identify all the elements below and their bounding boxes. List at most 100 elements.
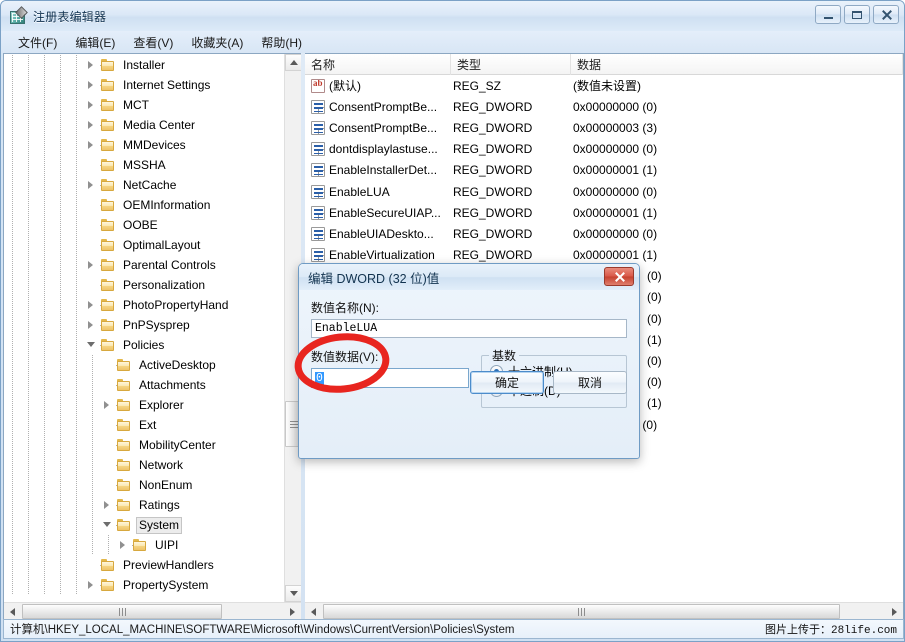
expand-arrow-icon[interactable] bbox=[84, 315, 100, 335]
expand-arrow-icon[interactable] bbox=[84, 255, 100, 275]
value-data-input[interactable]: 0 bbox=[311, 368, 469, 388]
registry-editor-icon bbox=[9, 8, 26, 25]
tree-hscroll-thumb[interactable] bbox=[22, 604, 222, 619]
tree-node-label: OOBE bbox=[120, 217, 161, 234]
tree-node-label: NonEnum bbox=[136, 477, 195, 494]
column-header-name[interactable]: 名称 bbox=[305, 54, 451, 75]
tree-node[interactable]: MobilityCenter bbox=[4, 435, 284, 455]
expand-arrow-icon[interactable] bbox=[84, 295, 100, 315]
tree-node[interactable]: Network bbox=[4, 455, 284, 475]
tree-indent-guides bbox=[4, 55, 84, 75]
scroll-up-icon[interactable] bbox=[285, 54, 301, 71]
expand-arrow-icon[interactable] bbox=[84, 55, 100, 75]
registry-value-row[interactable]: EnableUIADeskto...REG_DWORD0x00000000 (0… bbox=[305, 223, 903, 244]
menu-file[interactable]: 文件(F) bbox=[9, 32, 66, 53]
tree-node-label: PnPSysprep bbox=[120, 317, 193, 334]
scroll-right-icon[interactable] bbox=[886, 603, 903, 620]
tree-node[interactable]: ActiveDesktop bbox=[4, 355, 284, 375]
registry-value-row[interactable]: ConsentPromptBe...REG_DWORD0x00000000 (0… bbox=[305, 96, 903, 117]
tree-node[interactable]: Explorer bbox=[4, 395, 284, 415]
value-type: REG_DWORD bbox=[451, 100, 571, 114]
tree-horizontal-scrollbar[interactable] bbox=[4, 602, 301, 620]
collapse-arrow-icon[interactable] bbox=[100, 515, 116, 535]
tree-node[interactable]: NonEnum bbox=[4, 475, 284, 495]
value-name-input[interactable]: EnableLUA bbox=[311, 319, 627, 338]
close-icon[interactable] bbox=[873, 5, 899, 24]
column-header-type[interactable]: 类型 bbox=[451, 54, 571, 75]
ok-button[interactable]: 确定 bbox=[470, 371, 544, 394]
tree-node[interactable]: OOBE bbox=[4, 215, 284, 235]
folder-icon bbox=[100, 238, 116, 252]
tree-node[interactable]: System bbox=[4, 515, 284, 535]
registry-value-row[interactable]: dontdisplaylastuse...REG_DWORD0x00000000… bbox=[305, 139, 903, 160]
scroll-left-icon[interactable] bbox=[305, 603, 322, 620]
tree-node[interactable]: Media Center bbox=[4, 115, 284, 135]
collapse-arrow-icon[interactable] bbox=[84, 335, 100, 355]
expand-arrow-icon[interactable] bbox=[84, 135, 100, 155]
tree-node-label: Network bbox=[136, 457, 186, 474]
dword-value-icon bbox=[311, 227, 325, 241]
tree-node[interactable]: Installer bbox=[4, 55, 284, 75]
tree-node[interactable]: Ext bbox=[4, 415, 284, 435]
maximize-icon[interactable] bbox=[844, 5, 870, 24]
value-name: (默认) bbox=[329, 77, 361, 94]
expand-arrow-icon[interactable] bbox=[84, 175, 100, 195]
expand-arrow-icon[interactable] bbox=[116, 535, 132, 555]
menu-view[interactable]: 查看(V) bbox=[124, 32, 182, 53]
expand-arrow-icon[interactable] bbox=[84, 75, 100, 95]
registry-tree: InstallerInternet SettingsMCTMedia Cente… bbox=[4, 54, 284, 595]
menu-bar: 文件(F)编辑(E)查看(V)收藏夹(A)帮助(H) bbox=[1, 31, 904, 53]
minimize-icon[interactable] bbox=[815, 5, 841, 24]
tree-indent-guides bbox=[4, 235, 84, 255]
folder-icon bbox=[100, 98, 116, 112]
expand-arrow-icon[interactable] bbox=[84, 95, 100, 115]
tree-node[interactable]: Attachments bbox=[4, 375, 284, 395]
tree-node[interactable]: NetCache bbox=[4, 175, 284, 195]
tree-indent-guides bbox=[4, 175, 84, 195]
expand-arrow-icon[interactable] bbox=[100, 395, 116, 415]
folder-icon bbox=[100, 198, 116, 212]
expand-arrow-icon[interactable] bbox=[100, 495, 116, 515]
tree-node[interactable]: MMDevices bbox=[4, 135, 284, 155]
close-icon[interactable] bbox=[604, 267, 634, 286]
folder-icon bbox=[116, 438, 132, 452]
scroll-right-icon[interactable] bbox=[284, 603, 301, 620]
value-type: REG_SZ bbox=[451, 79, 571, 93]
tree-node[interactable]: OEMInformation bbox=[4, 195, 284, 215]
tree-leaf-spacer bbox=[100, 455, 116, 475]
tree-node[interactable]: MSSHA bbox=[4, 155, 284, 175]
tree-node[interactable]: PhotoPropertyHand bbox=[4, 295, 284, 315]
list-horizontal-scrollbar[interactable] bbox=[305, 602, 903, 620]
list-hscroll-thumb[interactable] bbox=[323, 604, 840, 619]
tree-node[interactable]: Personalization bbox=[4, 275, 284, 295]
tree-node[interactable]: Ratings bbox=[4, 495, 284, 515]
column-header-data[interactable]: 数据 bbox=[571, 54, 903, 75]
tree-node[interactable]: Policies bbox=[4, 335, 284, 355]
registry-value-row[interactable]: EnableSecureUIAP...REG_DWORD0x00000001 (… bbox=[305, 202, 903, 223]
tree-indent-guides bbox=[4, 495, 100, 515]
registry-value-row[interactable]: (默认)REG_SZ(数值未设置) bbox=[305, 75, 903, 96]
scroll-left-icon[interactable] bbox=[4, 603, 21, 620]
registry-value-row[interactable]: EnableLUAREG_DWORD0x00000000 (0) bbox=[305, 181, 903, 202]
tree-node[interactable]: Internet Settings bbox=[4, 75, 284, 95]
menu-help[interactable]: 帮助(H) bbox=[252, 32, 311, 53]
menu-edit[interactable]: 编辑(E) bbox=[66, 32, 124, 53]
tree-node-label: UIPI bbox=[152, 537, 181, 554]
tree-node[interactable]: Parental Controls bbox=[4, 255, 284, 275]
tree-node[interactable]: PropertySystem bbox=[4, 575, 284, 595]
tree-node[interactable]: PnPSysprep bbox=[4, 315, 284, 335]
expand-arrow-icon[interactable] bbox=[84, 575, 100, 595]
tree-node[interactable]: UIPI bbox=[4, 535, 284, 555]
tree-node[interactable]: OptimalLayout bbox=[4, 235, 284, 255]
scroll-down-icon[interactable] bbox=[285, 585, 301, 602]
tree-node[interactable]: MCT bbox=[4, 95, 284, 115]
cancel-button[interactable]: 取消 bbox=[553, 371, 627, 394]
folder-icon bbox=[100, 318, 116, 332]
menu-favorites[interactable]: 收藏夹(A) bbox=[182, 32, 252, 53]
registry-value-row[interactable]: EnableInstallerDet...REG_DWORD0x00000001… bbox=[305, 160, 903, 181]
registry-value-row[interactable]: ConsentPromptBe...REG_DWORD0x00000003 (3… bbox=[305, 117, 903, 138]
dword-value-icon bbox=[311, 185, 325, 199]
tree-node[interactable]: PreviewHandlers bbox=[4, 555, 284, 575]
status-bar: 计算机\HKEY_LOCAL_MACHINE\SOFTWARE\Microsof… bbox=[3, 619, 904, 639]
expand-arrow-icon[interactable] bbox=[84, 115, 100, 135]
